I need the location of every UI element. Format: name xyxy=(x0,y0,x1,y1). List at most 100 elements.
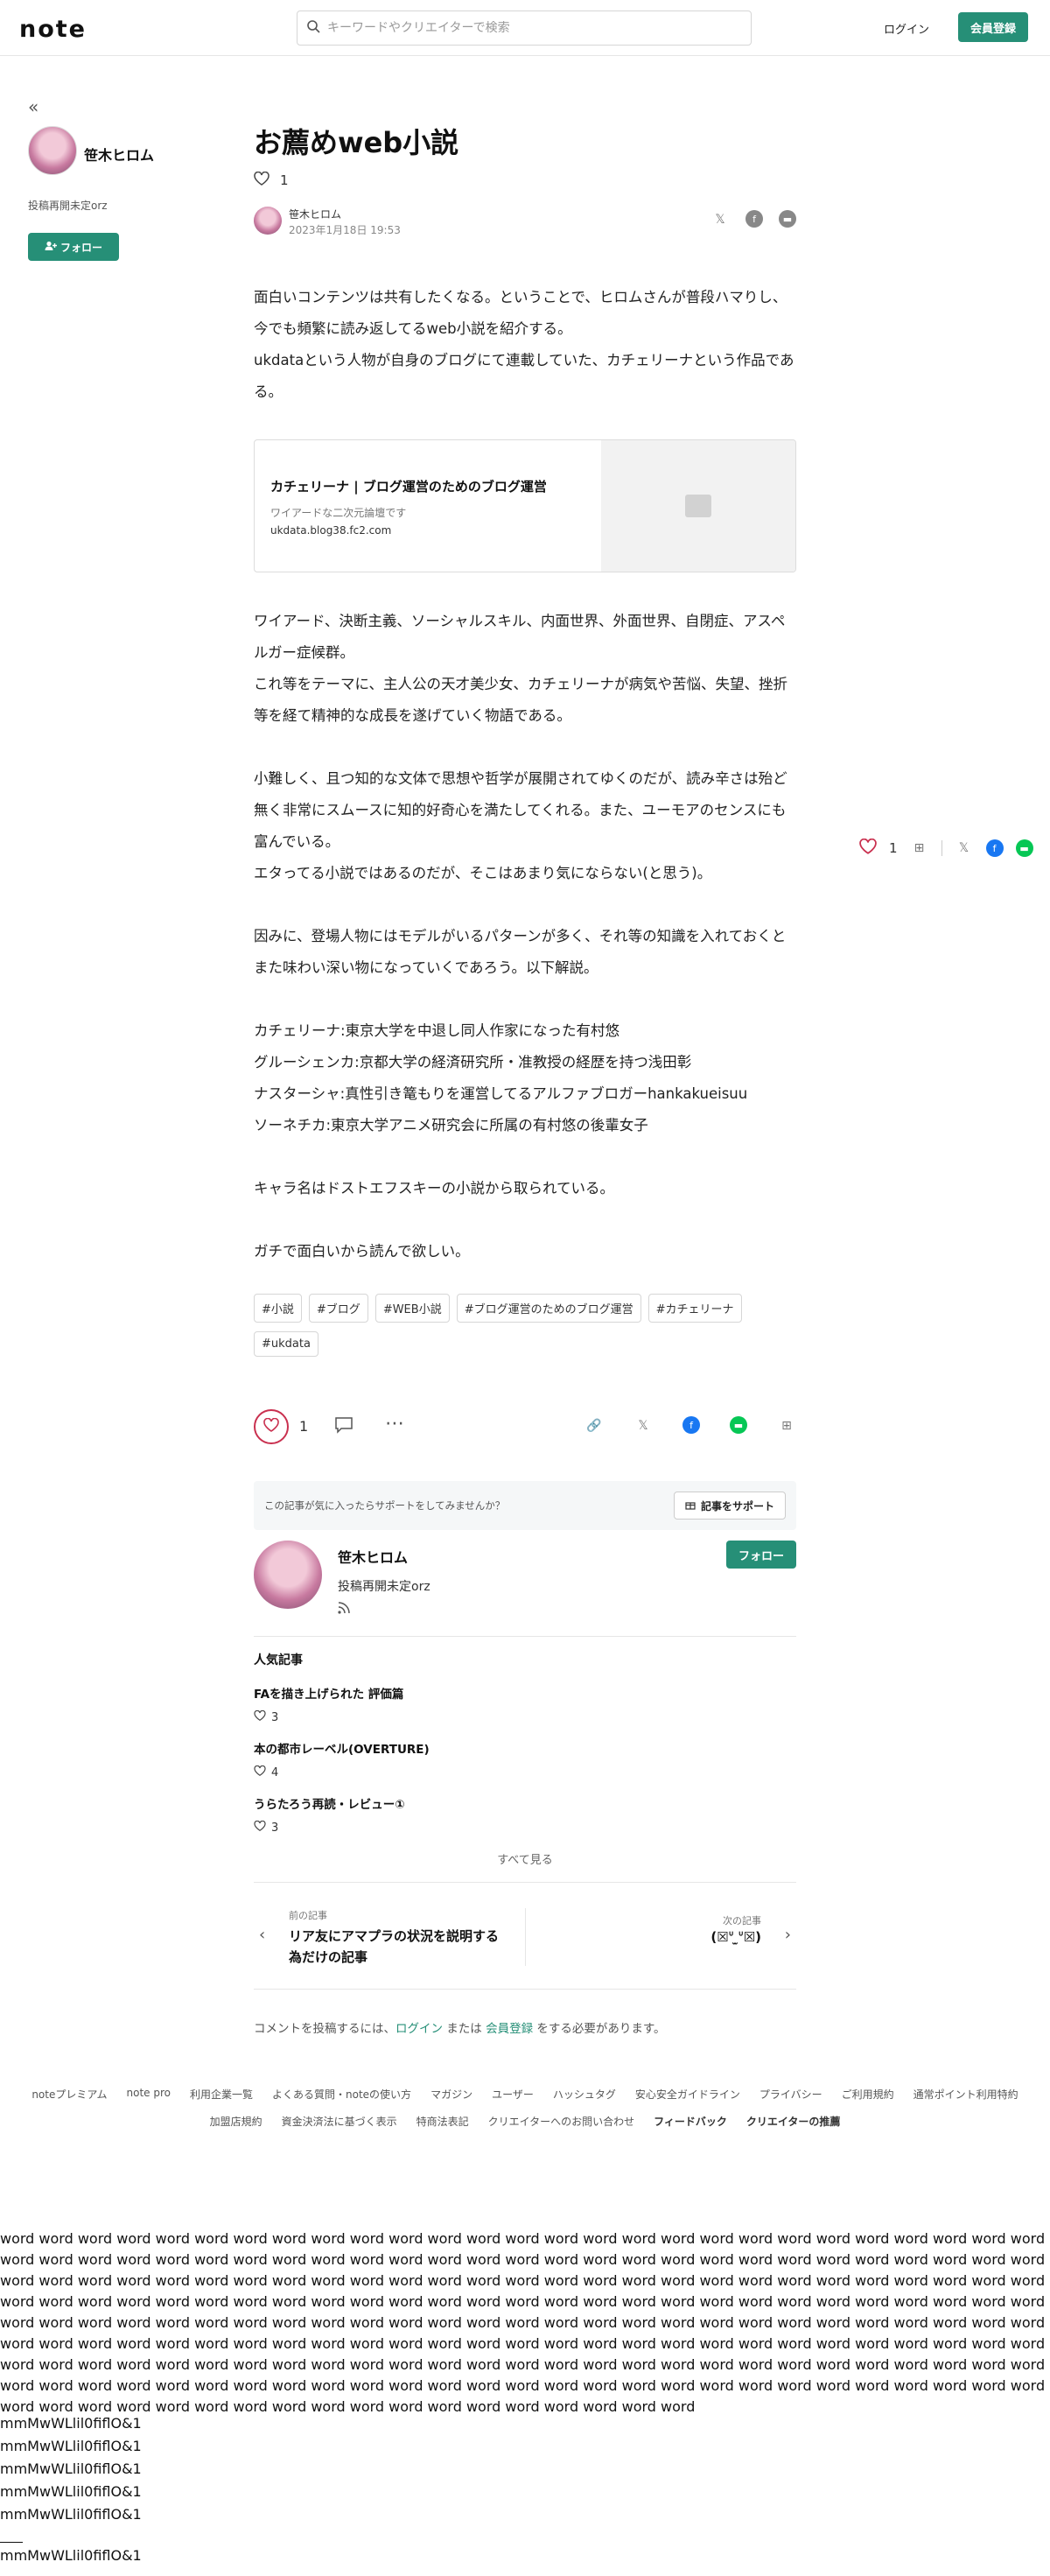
next-article-link[interactable]: 次の記事 (☒ᐡ ̫ᐡ☒) › xyxy=(525,1899,796,1975)
footer-link[interactable]: ユーザー xyxy=(492,2087,534,2102)
search-input[interactable] xyxy=(327,21,730,35)
footer-link[interactable]: 資金決済法に基づく表示 xyxy=(282,2114,397,2129)
rss-icon[interactable] xyxy=(338,1602,350,1618)
footer-link[interactable]: フィードバック xyxy=(654,2114,727,2129)
link-card-description: ワイアードな二次元論壇です xyxy=(270,507,407,519)
footer-links-row: 加盟店規約 資金決済法に基づく表示 特商法表記 クリエイターへのお問い合わせ フ… xyxy=(0,2114,1050,2129)
heart-icon xyxy=(254,1820,266,1835)
search-icon xyxy=(306,19,320,37)
paragraph: 面白いコンテンツは共有したくなる。ということで、ヒロムさんが普段ハマりし、今でも… xyxy=(254,289,788,337)
note-logo[interactable]: note xyxy=(19,16,87,43)
hashtag[interactable]: #カチェリーナ xyxy=(648,1294,742,1323)
popular-article[interactable]: うらたろう再読・レビュー① 3 xyxy=(254,1794,796,1835)
prev-article-link[interactable]: ‹ 前の記事 リア友にアマプラの状況を説明する為だけの記事 xyxy=(254,1899,525,1975)
paragraph: ソーネチカ:東京大学アニメ研究会に所属の有村悠の後輩女子 xyxy=(254,1117,648,1134)
footer-link[interactable]: 利用企業一覧 xyxy=(190,2087,253,2102)
footer-link[interactable]: マガジン xyxy=(430,2087,472,2102)
comment-login-note: コメントを投稿するには、ログイン または 会員登録 をする必要があります。 xyxy=(254,2018,666,2036)
copy-link-icon[interactable]: 🔗 xyxy=(584,1416,604,1435)
hashtag[interactable]: #ブログ運営のためのブログ運営 xyxy=(456,1294,641,1323)
signup-button[interactable]: 会員登録 xyxy=(958,12,1028,42)
footer-link[interactable]: note pro xyxy=(127,2087,171,2102)
collapse-sidebar-icon[interactable]: « xyxy=(28,96,38,117)
x-share-icon[interactable]: 𝕏 xyxy=(710,210,730,229)
search-box[interactable] xyxy=(297,11,752,46)
article-body: ワイアード、決断主義、ソーシャルスキル、内面世界、外面世界、自閉症、アスペルガー… xyxy=(254,606,796,1267)
support-button-label: 記事をサポート xyxy=(700,1499,774,1513)
footer-link[interactable]: クリエイターの推薦 xyxy=(746,2114,841,2129)
x-share-icon[interactable]: 𝕏 xyxy=(955,839,974,858)
x-share-icon[interactable]: 𝕏 xyxy=(634,1416,653,1435)
footer-link[interactable]: 安心安全ガイドライン xyxy=(635,2087,740,2102)
filler-text: word word word word word word word word … xyxy=(0,2230,1046,2415)
add-user-icon xyxy=(45,241,57,254)
facebook-share-icon[interactable]: f xyxy=(682,1416,700,1434)
footer-link[interactable]: ご利用規約 xyxy=(842,2087,894,2102)
line-share-icon[interactable]: ▬ xyxy=(1015,839,1033,857)
paragraph: 因みに、登場人物にはモデルがいるパターンが多く、それ等の知識を入れておくとまた味… xyxy=(254,928,787,976)
next-article-title: (☒ᐡ ̫ᐡ☒) xyxy=(710,1929,761,1945)
hashtag[interactable]: #ukdata xyxy=(254,1331,318,1357)
footer-link[interactable]: クリエイターへのお問い合わせ xyxy=(488,2114,635,2129)
avatar[interactable] xyxy=(28,126,77,175)
sidebar-follow-button[interactable]: フォロー xyxy=(28,233,119,261)
heart-icon[interactable] xyxy=(254,171,270,189)
like-button[interactable] xyxy=(254,1409,289,1444)
paragraph: カチェリーナ:東京大学を中退し同人作家になった有村悠 xyxy=(254,1022,620,1039)
see-all-link[interactable]: すべて見る xyxy=(254,1850,796,1867)
next-article-label: 次の記事 xyxy=(723,1915,761,1927)
profile-name[interactable]: 笹木ヒロム xyxy=(338,1546,408,1567)
divider xyxy=(254,1882,796,1883)
popular-article-title[interactable]: 本の都市レーベル(OVERTURE) xyxy=(254,1739,796,1757)
like-count: 3 xyxy=(271,1710,279,1724)
heart-icon[interactable] xyxy=(859,838,877,858)
support-button[interactable]: 記事をサポート xyxy=(673,1492,786,1520)
filler-line: mmMwWLlil0fiflO&1 xyxy=(0,2506,142,2523)
comment-signup-link[interactable]: 会員登録 xyxy=(486,2022,533,2036)
comment-login-link[interactable]: ログイン xyxy=(396,2022,443,2036)
filler-line: mmMwWLlil0fiflO&1 xyxy=(0,2483,142,2500)
footer-link[interactable]: よくある質問・noteの使い方 xyxy=(272,2087,411,2102)
avatar[interactable] xyxy=(254,1541,322,1609)
link-card[interactable]: カチェリーナ | ブログ運営のためのブログ運営 ワイアードな二次元論壇です uk… xyxy=(254,439,796,572)
popular-article[interactable]: 本の都市レーベル(OVERTURE) 4 xyxy=(254,1739,796,1779)
line-share-icon[interactable]: ▬ xyxy=(730,1416,747,1434)
hashtag[interactable]: #小説 xyxy=(254,1294,302,1323)
footer-link[interactable]: プライバシー xyxy=(760,2087,822,2102)
article-navigation: ‹ 前の記事 リア友にアマプラの状況を説明する為だけの記事 次の記事 (☒ᐡ ̫… xyxy=(254,1899,796,1975)
sidebar-author-name[interactable]: 笹木ヒロム xyxy=(84,144,154,165)
support-box: この記事が気に入ったらサポートをしてみませんか？ 記事をサポート xyxy=(254,1481,796,1530)
login-link[interactable]: ログイン xyxy=(884,20,929,37)
footer-link[interactable]: 特商法表記 xyxy=(416,2114,469,2129)
filler-lines: mmMwWLlil0fiflO&1 mmMwWLlil0fiflO&1 mmMw… xyxy=(0,2412,142,2526)
share-buttons-bottom: 🔗 𝕏 f ▬ ⊞ xyxy=(584,1416,796,1435)
line-share-icon[interactable]: ▬ xyxy=(779,210,796,228)
profile-follow-button[interactable]: フォロー xyxy=(726,1541,796,1569)
more-options-icon[interactable]: ⋯ xyxy=(385,1413,405,1435)
paragraph: グルーシェンカ:京都大学の経済研究所・准教授の経歴を持つ浅田彰 xyxy=(254,1054,692,1070)
image-placeholder-icon xyxy=(685,495,711,517)
popular-article-title[interactable]: うらたろう再読・レビュー① xyxy=(254,1794,796,1812)
comment-note-text: コメントを投稿するには、 xyxy=(254,2022,396,2036)
article-actions: 1 ⋯ 🔗 𝕏 f ▬ ⊞ xyxy=(254,1409,796,1444)
heart-icon xyxy=(254,1709,266,1724)
footer-link[interactable]: 通常ポイント利用特約 xyxy=(914,2087,1018,2102)
floating-actions: 1 ⊞ 𝕏 f ▬ xyxy=(859,838,1033,858)
avatar[interactable] xyxy=(254,207,282,235)
popular-article-title[interactable]: FAを描き上げられた 評価篇 xyxy=(254,1684,796,1702)
hashtag[interactable]: #WEB小説 xyxy=(374,1294,450,1323)
paragraph: これ等をテーマに、主人公の天才美少女、カチェリーナが病気や苦悩、失望、挫折等を経… xyxy=(254,676,788,724)
facebook-share-icon[interactable]: f xyxy=(985,839,1004,857)
footer-link[interactable]: 加盟店規約 xyxy=(210,2114,262,2129)
hashtag[interactable]: #ブログ xyxy=(308,1294,368,1323)
footer-link[interactable]: noteプレミアム xyxy=(32,2087,107,2102)
footer-link[interactable]: ハッシュタグ xyxy=(553,2087,616,2102)
comment-icon[interactable] xyxy=(334,1416,354,1438)
facebook-share-icon[interactable]: f xyxy=(746,210,763,228)
popular-article[interactable]: FAを描き上げられた 評価篇 3 xyxy=(254,1684,796,1724)
author-name[interactable]: 笹木ヒロム xyxy=(289,207,341,221)
divider xyxy=(254,1989,796,1990)
creator-profile: 笹木ヒロム 投稿再開未定orz フォロー xyxy=(254,1541,796,1637)
add-to-magazine-icon[interactable]: ⊞ xyxy=(777,1416,796,1435)
add-to-magazine-icon[interactable]: ⊞ xyxy=(910,839,929,858)
